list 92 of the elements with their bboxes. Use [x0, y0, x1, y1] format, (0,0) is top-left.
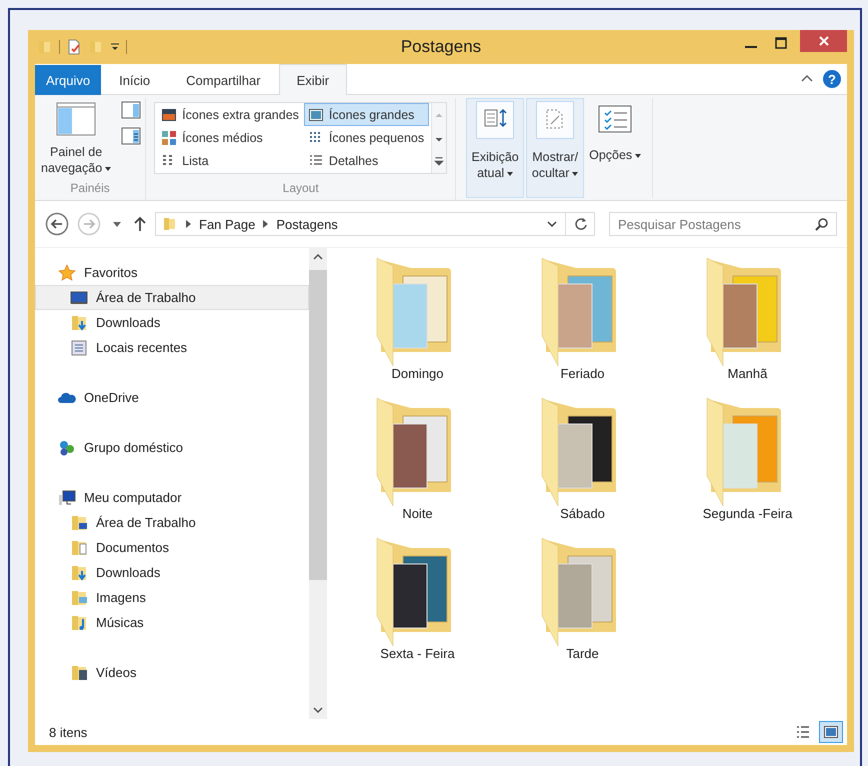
caret-icon — [572, 172, 578, 176]
downloads-icon — [70, 314, 88, 332]
nav-item[interactable]: Área de Trabalho — [35, 510, 309, 535]
hidden-items-icon — [536, 101, 574, 139]
large-icons-icon — [308, 108, 323, 122]
nav-item[interactable]: Locais recentes — [35, 335, 309, 360]
nav-item[interactable]: Meu computador — [35, 485, 309, 510]
nav-item[interactable]: Documentos — [35, 535, 309, 560]
sort-columns-icon — [476, 101, 514, 139]
ribbon-tab[interactable]: Início — [101, 65, 168, 95]
downloads-icon — [70, 564, 88, 582]
large-icons-view-button[interactable] — [819, 721, 843, 743]
minimize-icon — [745, 46, 757, 48]
layout-option[interactable]: Detalhes — [304, 149, 430, 172]
nav-item[interactable]: Área de Trabalho — [35, 285, 309, 310]
scroll-up-icon[interactable] — [313, 254, 323, 260]
nav-item[interactable]: Vídeos — [35, 660, 309, 685]
nav-item[interactable]: Músicas — [35, 610, 309, 635]
layout-option[interactable]: Ícones extra grandes — [157, 103, 304, 126]
customize-toolbar-icon[interactable] — [110, 42, 120, 52]
caret-icon — [507, 172, 514, 176]
window-title: Postagens — [400, 37, 482, 57]
maximize-icon — [775, 37, 787, 49]
layout-option[interactable]: Ícones grandes — [304, 103, 430, 126]
dropdown-icon[interactable] — [547, 221, 557, 227]
computer-icon — [58, 488, 76, 506]
preview-pane-icon[interactable] — [121, 100, 142, 120]
caret-icon — [105, 166, 112, 171]
breadcrumb[interactable]: Postagens — [276, 216, 338, 232]
folder-name: Segunda -Feira — [702, 506, 792, 521]
nav-item[interactable]: Downloads — [35, 310, 309, 335]
close-icon — [818, 35, 830, 47]
details-icon — [796, 725, 810, 739]
desktop-folder-icon — [70, 514, 88, 532]
folder-name: Sexta - Feira — [380, 646, 455, 661]
ribbon-button[interactable]: Mostrar/ ocultar — [526, 98, 584, 198]
desktop-icon — [70, 288, 88, 306]
network-icon — [58, 438, 76, 456]
caret-icon — [635, 154, 642, 158]
layout-option[interactable]: Ícones pequenos — [304, 126, 430, 149]
close-button[interactable] — [800, 30, 847, 52]
folder-name: Sábado — [560, 506, 605, 521]
folder-name: Domingo — [391, 366, 444, 381]
ribbon-button[interactable]: Opções — [586, 98, 644, 198]
nav-item[interactable]: OneDrive — [35, 385, 309, 410]
recent-locations-icon[interactable] — [113, 222, 121, 226]
ribbon-button[interactable]: Exibição atual — [466, 98, 524, 198]
back-button[interactable] — [45, 212, 69, 236]
up-arrow-icon[interactable] — [133, 216, 147, 232]
pictures-folder-icon — [70, 588, 88, 606]
documents-folder-icon — [70, 538, 88, 556]
nav-item[interactable]: Imagens — [35, 585, 309, 610]
scroll-thumb[interactable] — [309, 270, 327, 580]
folder-name: Tarde — [566, 646, 599, 661]
ribbon-tab[interactable]: Compartilhar — [168, 65, 279, 95]
nav-item[interactable]: Favoritos — [35, 260, 309, 285]
help-button[interactable]: ? — [823, 70, 841, 88]
nav-item[interactable]: Downloads — [35, 560, 309, 585]
chevron-icon[interactable] — [186, 220, 191, 228]
address-field[interactable]: Fan Page Postagens — [155, 212, 595, 236]
group-label: Painéis — [69, 181, 111, 197]
collapse-ribbon-icon[interactable] — [801, 74, 813, 82]
small-icons-icon — [308, 130, 323, 144]
item-count: 8 itens — [49, 724, 88, 740]
music-folder-icon — [70, 614, 88, 632]
scroll-down-icon[interactable] — [313, 707, 323, 713]
ribbon-tab[interactable]: Exibir — [278, 64, 348, 95]
medium-icons-icon — [162, 130, 176, 144]
group-label: Layout — [282, 181, 320, 197]
chevron-icon[interactable] — [263, 220, 268, 228]
details-pane-icon[interactable] — [121, 126, 142, 146]
folder-name: Feriado — [560, 366, 605, 381]
navigation-pane-icon — [56, 102, 96, 136]
details-icon — [308, 154, 323, 168]
large-icons-icon — [824, 725, 838, 739]
nav-item[interactable]: Grupo doméstico — [35, 435, 309, 460]
folder-name: Manhã — [728, 366, 768, 381]
extra-large-icons-icon — [162, 108, 176, 122]
file-tab[interactable]: Arquivo — [35, 65, 102, 95]
refresh-icon[interactable] — [574, 217, 588, 231]
layout-option[interactable]: Lista — [157, 149, 304, 172]
navigation-pane-button[interactable]: Painel de navegação — [39, 98, 114, 181]
properties-icon[interactable] — [66, 39, 82, 55]
folder-icon — [162, 216, 178, 232]
breadcrumb[interactable]: Fan Page — [199, 216, 256, 232]
star-icon — [58, 264, 76, 282]
search-icon[interactable] — [815, 217, 829, 231]
layout-option[interactable]: Ícones médios — [157, 126, 304, 149]
search-field[interactable]: Pesquisar Postagens — [609, 212, 837, 236]
videos-folder-icon — [70, 664, 88, 682]
folder-name: Noite — [402, 506, 433, 521]
recent-places-icon — [70, 338, 88, 356]
